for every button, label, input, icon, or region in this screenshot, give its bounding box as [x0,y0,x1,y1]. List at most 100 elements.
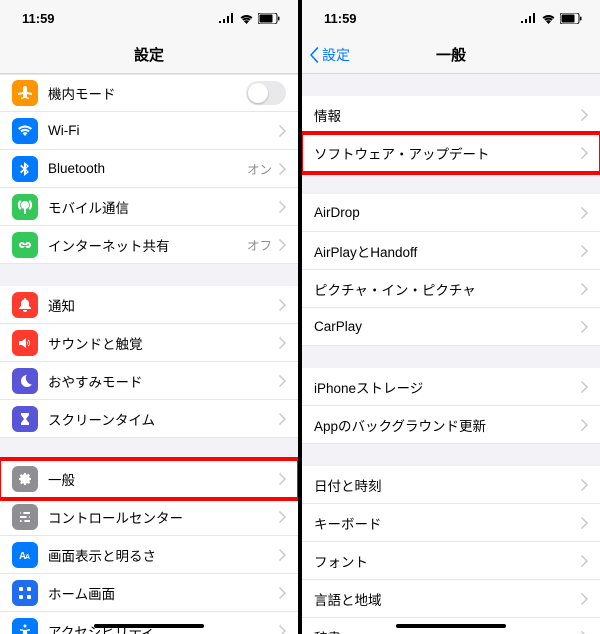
chevron-right-icon [278,587,286,599]
settings-screen: 11:59 設定 機内モードWi-FiBluetoothオンモバイル通信インター… [0,0,298,634]
row-language[interactable]: 言語と地域 [302,580,600,618]
row-dnd[interactable]: おやすみモード [0,362,298,400]
row-hotspot[interactable]: インターネット共有オフ [0,226,298,264]
row-label: 言語と地域 [314,589,580,609]
row-storage[interactable]: iPhoneストレージ [302,368,600,406]
chevron-right-icon [278,239,286,251]
switches-icon [12,504,38,530]
moon-icon [12,368,38,394]
row-label: 情報 [314,105,580,125]
chevron-right-icon [580,631,588,634]
row-label: サウンドと触覚 [48,333,278,353]
wifi-status-icon [541,13,556,24]
row-label: 通知 [48,295,278,315]
general-list[interactable]: 情報ソフトウェア・アップデート AirDrop AirPlayとHandoff ピクチ… [302,74,600,634]
row-control[interactable]: コントロールセンター [0,498,298,536]
row-notify[interactable]: 通知 [0,286,298,324]
row-label: iPhoneストレージ [314,377,580,397]
grid-icon [12,580,38,606]
row-about[interactable]: 情報 [302,96,600,134]
row-label: 機内モード [48,83,246,103]
chevron-right-icon [580,321,588,333]
text-size-icon: AA [12,542,38,568]
row-wifi[interactable]: Wi-Fi [0,112,298,150]
row-label: 一般 [48,469,278,489]
chevron-right-icon [278,413,286,425]
cellular-icon [219,13,235,23]
chevron-right-icon [580,517,588,529]
chevron-right-icon [580,479,588,491]
home-indicator[interactable] [396,624,506,628]
row-cellular[interactable]: モバイル通信 [0,188,298,226]
row-access[interactable]: アクセシビリティ [0,612,298,634]
row-label: Wi-Fi [48,123,272,138]
chevron-right-icon [278,473,286,485]
chevron-left-icon [310,47,320,63]
home-indicator[interactable] [94,624,204,628]
back-label: 設定 [322,45,350,65]
row-general[interactable]: 一般 [0,460,298,498]
chevron-right-icon [580,147,588,159]
row-label: ホーム画面 [48,583,278,603]
row-label: CarPlay [314,319,580,334]
antenna-icon [12,194,38,220]
row-screentime[interactable]: スクリーンタイム [0,400,298,438]
chevron-right-icon [278,163,286,175]
row-value: オン [247,159,272,178]
row-bgrefresh[interactable]: Appのバックグラウンド更新 [302,406,600,444]
bell-icon [12,292,38,318]
back-button[interactable]: 設定 [310,45,350,65]
status-indicators [219,13,280,24]
battery-icon [258,13,280,24]
row-bluetooth[interactable]: Bluetoothオン [0,150,298,188]
chevron-right-icon [580,207,588,219]
chevron-right-icon [278,375,286,387]
row-label: モバイル通信 [48,197,278,217]
chevron-right-icon [580,555,588,567]
row-label: フォント [314,551,580,571]
row-home[interactable]: ホーム画面 [0,574,298,612]
row-label: 画面表示と明るさ [48,545,278,565]
row-label: ソフトウェア・アップデート [314,143,580,163]
row-pip[interactable]: ピクチャ・イン・ピクチャ [302,270,600,308]
chevron-right-icon [278,511,286,523]
row-airplane[interactable]: 機内モード [0,74,298,112]
row-label: ピクチャ・イン・ピクチャ [314,279,580,299]
settings-list[interactable]: 機内モード Wi-Fi Bluetoothオンモバイル通信インターネット共有オフ通知… [0,74,298,634]
nav-bar: 設定 [0,36,298,74]
chevron-right-icon [278,201,286,213]
wifi-icon [12,118,38,144]
chevron-right-icon [278,549,286,561]
row-display[interactable]: AA 画面表示と明るさ [0,536,298,574]
row-airdrop[interactable]: AirDrop [302,194,600,232]
page-title: 設定 [134,44,164,65]
row-swupdate[interactable]: ソフトウェア・アップデート [302,134,600,172]
status-bar: 11:59 [0,0,298,36]
row-fonts[interactable]: フォント [302,542,600,580]
chevron-right-icon [278,299,286,311]
chevron-right-icon [278,125,286,137]
row-keyboard[interactable]: キーボード [302,504,600,542]
row-label: Appのバックグラウンド更新 [314,415,580,435]
chevron-right-icon [580,245,588,257]
row-datetime[interactable]: 日付と時刻 [302,466,600,504]
row-label: インターネット共有 [48,235,247,255]
toggle-switch[interactable] [246,81,286,105]
page-title: 一般 [436,44,466,65]
row-label: コントロールセンター [48,507,278,527]
airplane-icon [12,80,38,106]
status-indicators [521,13,582,24]
wifi-status-icon [239,13,254,24]
row-airplay[interactable]: AirPlayとHandoff [302,232,600,270]
gear-icon [12,466,38,492]
row-sounds[interactable]: サウンドと触覚 [0,324,298,362]
row-carplay[interactable]: CarPlay [302,308,600,346]
chevron-right-icon [278,337,286,349]
chevron-right-icon [580,381,588,393]
speaker-icon [12,330,38,356]
row-label: Bluetooth [48,161,247,176]
row-label: おやすみモード [48,371,278,391]
row-label: AirPlayとHandoff [314,241,580,261]
bluetooth-icon [12,156,38,182]
chevron-right-icon [580,593,588,605]
